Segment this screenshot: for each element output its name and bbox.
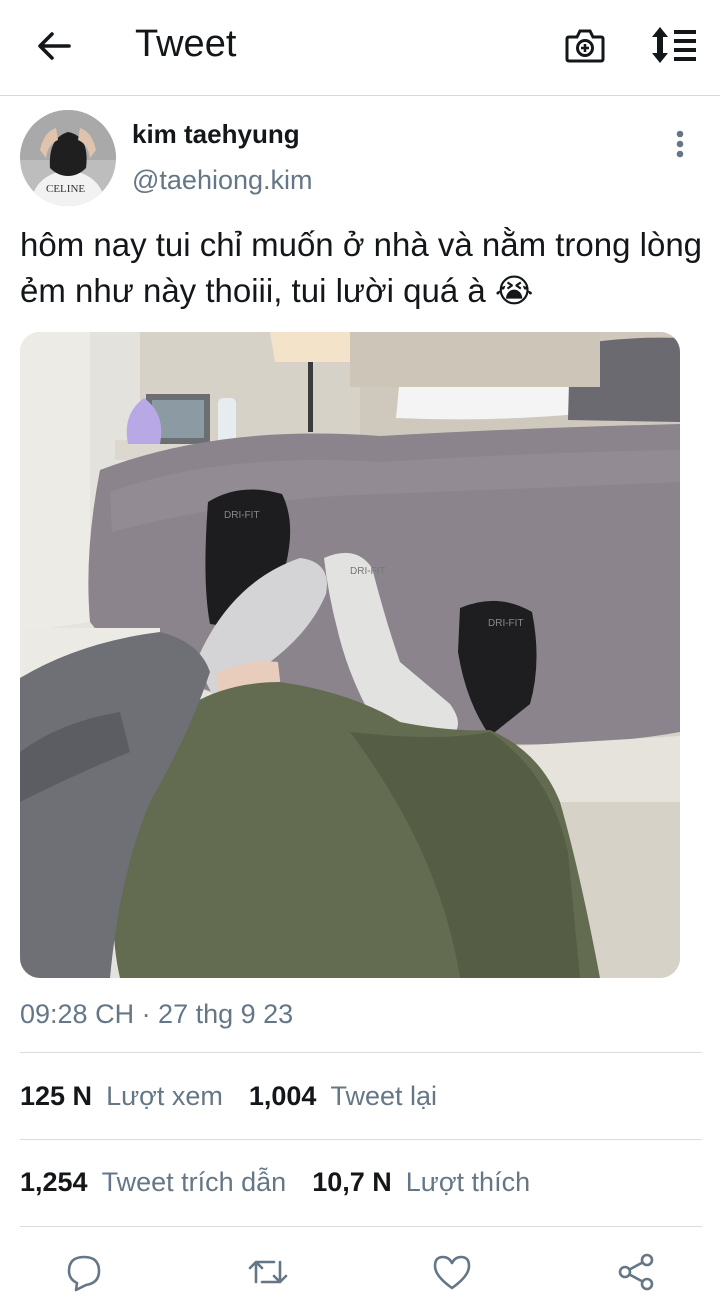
author-avatar[interactable]: CELINE [20, 110, 116, 206]
author-handle[interactable]: @taehiong.kim [132, 163, 313, 197]
back-button[interactable] [30, 22, 78, 70]
views-count: 125 N [20, 1081, 93, 1111]
divider [20, 1052, 702, 1053]
like-button[interactable] [430, 1250, 474, 1294]
avatar-photo: CELINE [20, 110, 116, 206]
sock-label-2: DRI-FIT [488, 618, 524, 629]
divider [20, 1226, 702, 1227]
share-icon [618, 1253, 654, 1291]
heart-icon [433, 1255, 471, 1290]
quotes-count[interactable]: 1,254 [20, 1164, 88, 1200]
stats-row-2: 1,254 Tweet trích dẫn 10,7 N Lượt thích [20, 1164, 556, 1204]
retweets-count[interactable]: 1,004 [249, 1078, 317, 1114]
quotes-label[interactable]: Tweet trích dẫn [102, 1164, 287, 1200]
views-label: Lượt xem [106, 1081, 223, 1111]
tweet-photo[interactable]: DRI-FIT DRI-FIT DRI-FIT [20, 332, 680, 978]
reply-icon [67, 1255, 101, 1292]
arrow-left-icon [38, 32, 71, 60]
reply-button[interactable] [62, 1250, 106, 1294]
sort-button[interactable] [648, 20, 700, 70]
camera-button[interactable] [560, 20, 610, 70]
share-button[interactable] [614, 1250, 658, 1294]
stats-row-1: 125 N Lượt xem 1,004 Tweet lại [20, 1078, 463, 1118]
tweet-text: hôm nay tui chỉ muốn ở nhà và nằm trong … [20, 226, 703, 309]
likes-label[interactable]: Lượt thích [406, 1164, 530, 1200]
retweets-label[interactable]: Tweet lại [330, 1078, 437, 1114]
page-title: Tweet [135, 23, 237, 65]
avatar-shirt-text: CELINE [46, 183, 85, 195]
bedroom-socks-photo: DRI-FIT DRI-FIT DRI-FIT [20, 332, 680, 978]
more-options-button[interactable] [664, 124, 696, 164]
sock-label-3: DRI-FIT [350, 566, 386, 577]
divider [20, 1139, 702, 1140]
sort-icon [652, 27, 696, 63]
likes-count[interactable]: 10,7 N [312, 1164, 392, 1200]
camera-icon [565, 29, 605, 63]
retweet-button[interactable] [246, 1250, 290, 1294]
tweet-timestamp: 09:28 CH · 27 thg 9 23 [20, 999, 294, 1029]
retweet-icon [248, 1260, 288, 1284]
more-vertical-icon [676, 130, 684, 158]
top-app-bar: Tweet [0, 0, 720, 96]
author-name[interactable]: kim taehyung [132, 118, 300, 150]
tweet-actions-bar [0, 1240, 720, 1304]
sock-label-1: DRI-FIT [224, 510, 260, 521]
